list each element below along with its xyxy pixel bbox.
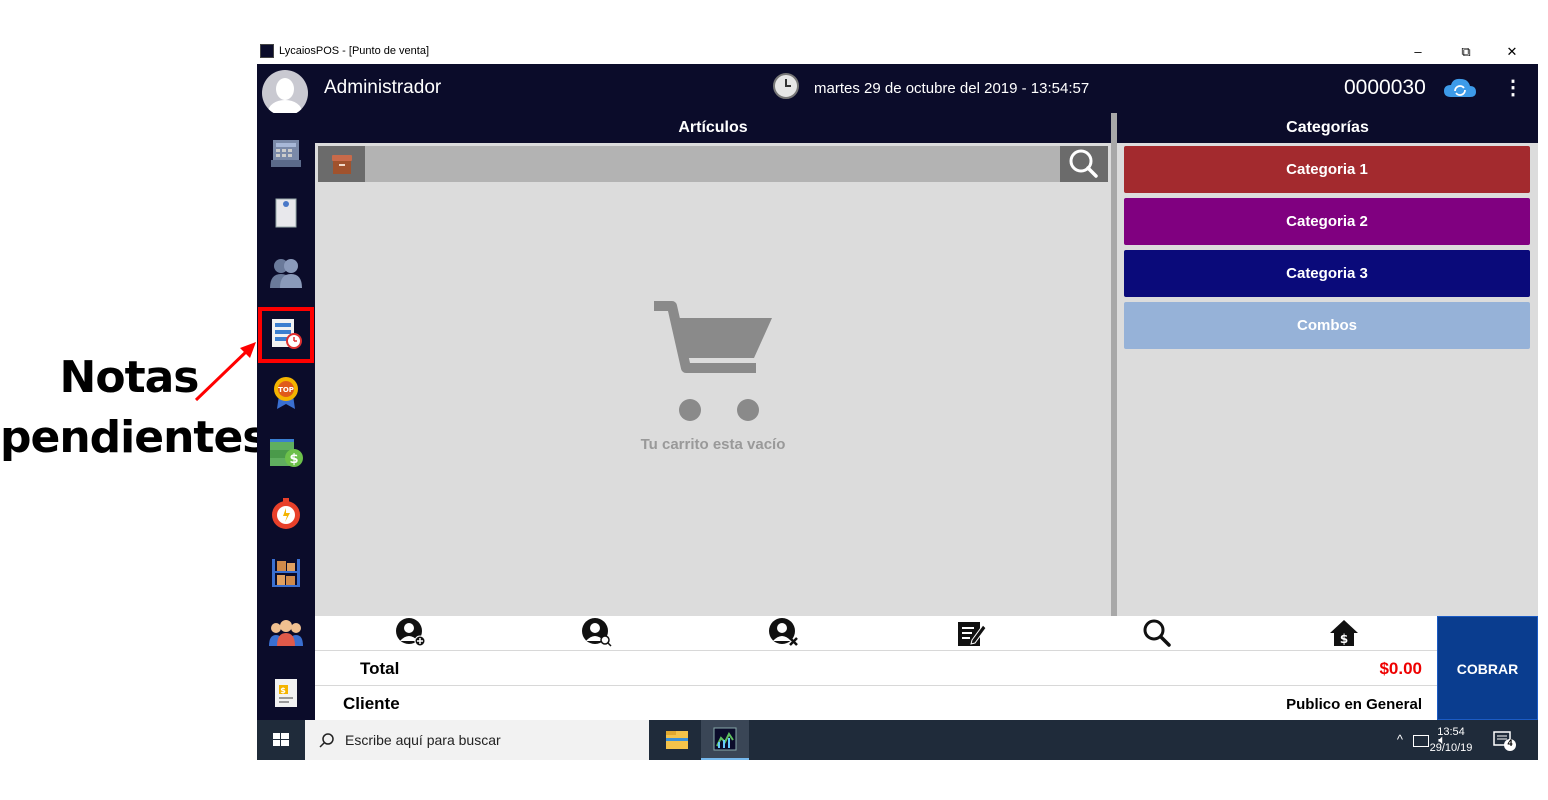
article-search-bar[interactable]	[318, 146, 1108, 182]
article-search-button[interactable]	[1060, 146, 1108, 182]
kebab-icon[interactable]: ⋮	[1503, 78, 1523, 98]
svg-text:$: $	[1340, 632, 1348, 646]
empty-cart-text: Tu carrito esta vacío	[640, 436, 786, 453]
category-button-combos[interactable]: Combos	[1124, 302, 1530, 349]
tray-expand-icon[interactable]: ^	[1397, 732, 1403, 747]
taskbar-search-box[interactable]: Escribe aquí para buscar	[305, 720, 649, 760]
cloud-sync-icon[interactable]	[1443, 77, 1477, 99]
app-header: Administrador martes 29 de octubre del 2…	[257, 64, 1538, 116]
edit-note-icon[interactable]	[955, 618, 987, 648]
taskbar-search-placeholder: Escribe aquí para buscar	[345, 732, 501, 748]
empty-cart-icon	[654, 301, 772, 421]
taskbar-clock[interactable]: 13:54 29/10/19	[1419, 724, 1483, 756]
users-icon[interactable]	[266, 253, 306, 293]
taskbar-time: 13:54	[1437, 726, 1465, 738]
cobrar-button[interactable]: COBRAR	[1437, 616, 1538, 720]
search-icon	[1069, 149, 1098, 178]
search-icon[interactable]	[1141, 618, 1173, 648]
client-value: Publico en General	[1286, 696, 1422, 713]
app-icon	[260, 44, 274, 58]
highlight-box	[258, 307, 314, 363]
client-row: Cliente Publico en General	[315, 686, 1437, 720]
window-title: LycaiosPOS - [Punto de venta]	[279, 45, 430, 57]
category-button-3[interactable]: Categoria 3	[1124, 250, 1530, 297]
clock-icon	[773, 73, 799, 99]
sidebar: TOP $ $	[257, 113, 315, 720]
category-button-2[interactable]: Categoria 2	[1124, 198, 1530, 245]
close-button[interactable]: ✕	[1497, 42, 1527, 62]
minimize-button[interactable]: –	[1403, 42, 1433, 62]
archive-box-icon[interactable]	[318, 146, 365, 182]
report-icon[interactable]: $	[266, 673, 306, 713]
notepad-icon[interactable]	[266, 193, 306, 233]
windows-logo-icon	[273, 733, 289, 746]
annotation-arrow	[194, 342, 256, 402]
total-value: $0.00	[1379, 659, 1422, 678]
categories-header: Categorías	[1117, 113, 1538, 143]
remove-client-icon[interactable]	[768, 618, 800, 648]
annotation-line-2: pendientes	[0, 412, 268, 463]
total-label: Total	[360, 659, 400, 678]
warehouse-shelf-icon[interactable]	[266, 553, 306, 593]
articles-header: Artículos	[315, 113, 1111, 143]
employees-icon[interactable]	[266, 613, 306, 653]
windows-start-button[interactable]	[257, 720, 305, 760]
category-button-1[interactable]: Categoria 1	[1124, 146, 1530, 193]
svg-text:$: $	[289, 452, 298, 467]
svg-text:$: $	[280, 686, 286, 695]
total-row: Total $0.00	[315, 651, 1437, 686]
search-icon	[319, 733, 334, 748]
taskbar-date: 29/10/19	[1429, 742, 1473, 754]
notification-count: 4	[1507, 738, 1513, 748]
file-explorer-icon[interactable]	[657, 720, 697, 760]
notifications-icon[interactable]: 4	[1493, 730, 1517, 752]
maximize-button[interactable]: ⧉	[1451, 42, 1481, 62]
add-client-icon[interactable]	[395, 618, 427, 648]
window-titlebar: LycaiosPOS - [Punto de venta] – ⧉ ✕	[257, 40, 1538, 64]
ticket-number: 0000030	[1344, 76, 1426, 99]
cash-register-icon[interactable]	[266, 133, 306, 173]
datetime: martes 29 de octubre del 2019 - 13:54:57	[814, 80, 1090, 97]
search-client-icon[interactable]	[581, 618, 613, 648]
stopwatch-icon[interactable]	[266, 493, 306, 533]
client-label: Cliente	[343, 694, 400, 713]
lycaiospos-taskbar-icon[interactable]	[701, 720, 749, 760]
windows-taskbar: Escribe aquí para buscar ^ 🔈︎ 13:54 29/1…	[257, 720, 1538, 760]
actions-row: $	[315, 616, 1437, 651]
avatar[interactable]	[262, 70, 308, 116]
home-money-icon[interactable]: $	[1328, 618, 1360, 648]
money-icon[interactable]: $	[266, 433, 306, 473]
user-name: Administrador	[324, 77, 442, 98]
svg-text:TOP: TOP	[278, 386, 294, 394]
top-badge-icon[interactable]: TOP	[266, 373, 306, 413]
